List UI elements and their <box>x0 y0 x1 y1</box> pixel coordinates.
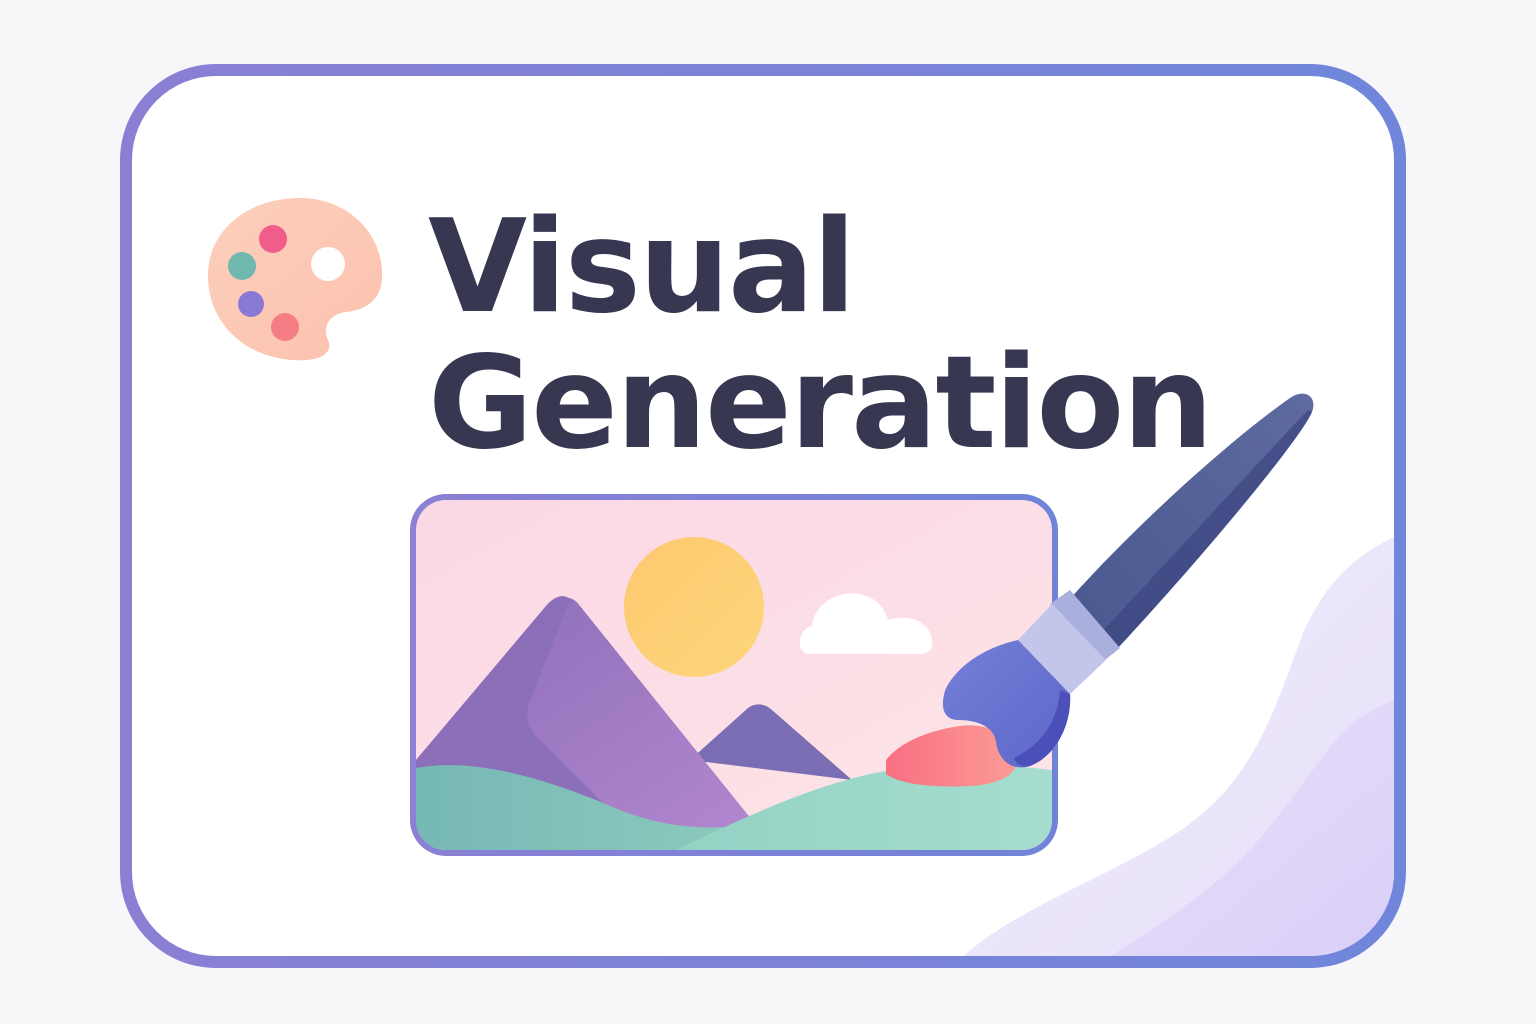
canvas: Visual Generation <box>0 0 1536 1024</box>
page-title: Visual Generation <box>428 193 1213 478</box>
visual-generation-card: Visual Generation <box>120 64 1406 968</box>
title-line-2: Generation <box>428 329 1213 478</box>
title-line-1: Visual <box>428 193 856 342</box>
